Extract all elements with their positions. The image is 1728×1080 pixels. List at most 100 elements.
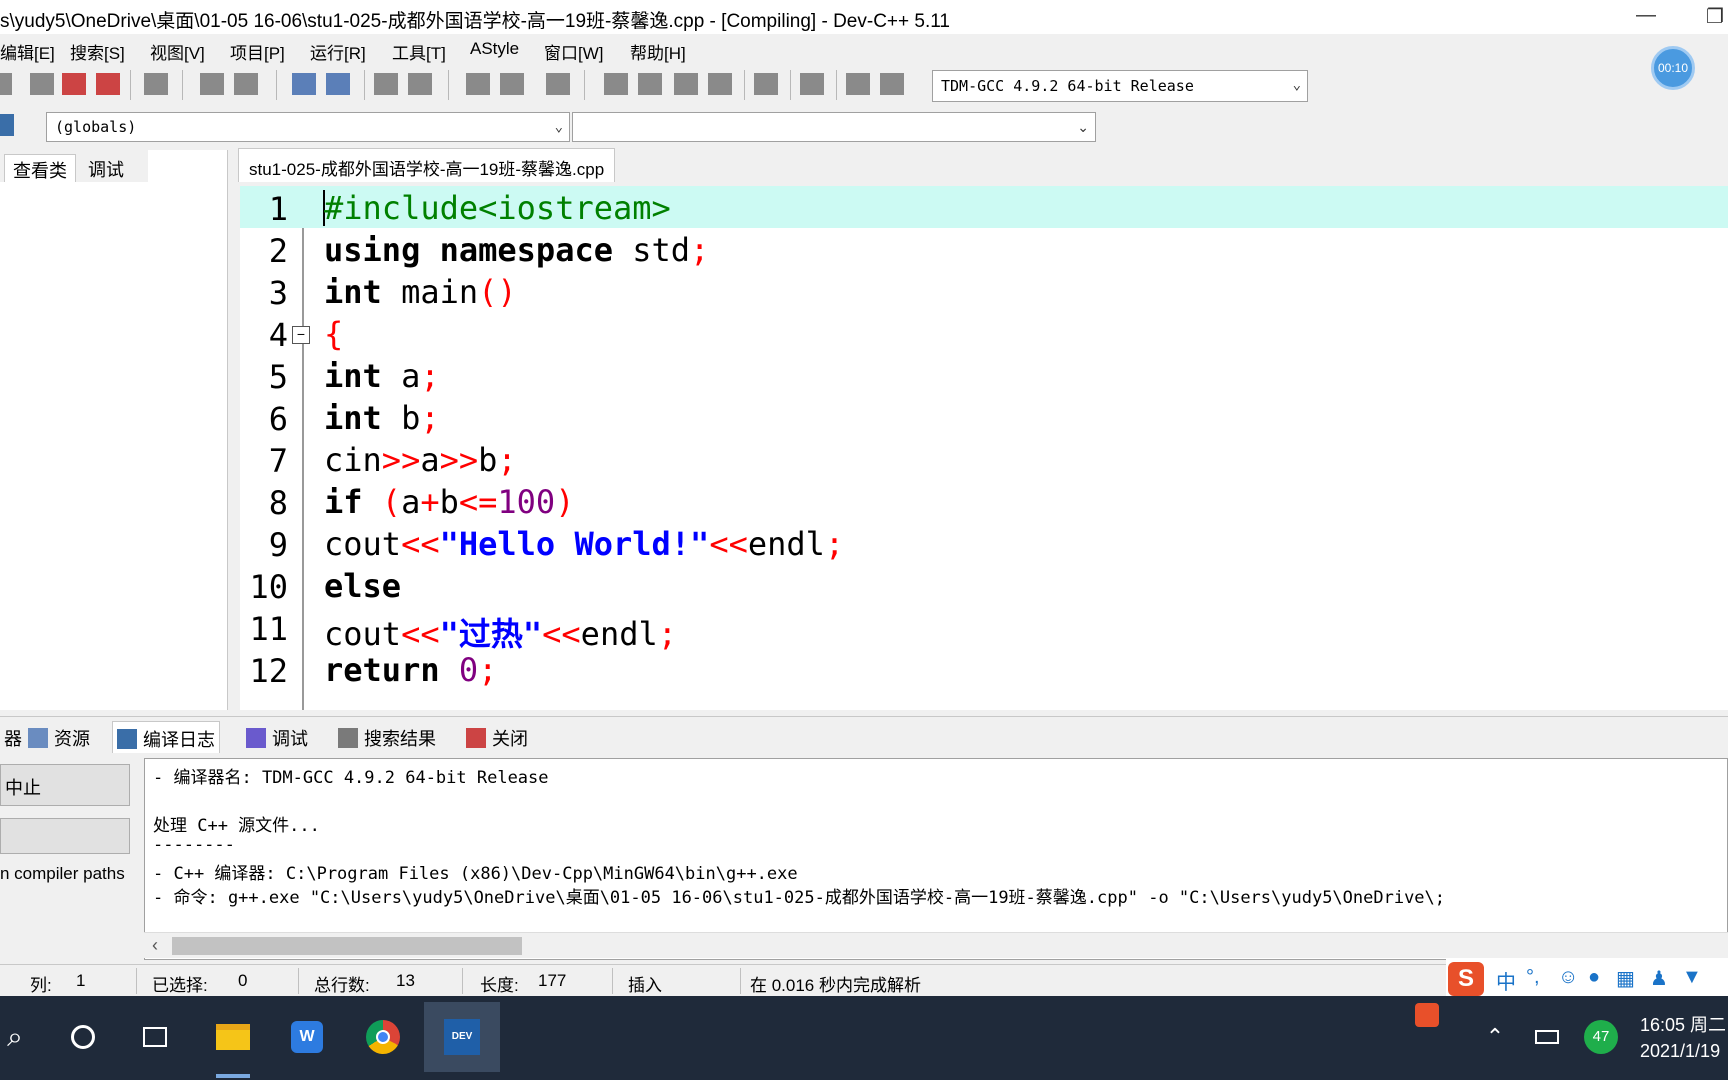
tab-compile-log-label: 编译日志 [143,730,215,750]
log-horizontal-scrollbar[interactable]: ‹ [144,932,1728,958]
menu-tools[interactable]: 工具[T] [392,39,446,64]
chevron-up-icon[interactable]: ⌃ [1468,1010,1522,1064]
close-all-icon[interactable] [96,73,120,95]
battery-icon[interactable] [1520,1010,1574,1064]
compile-icon[interactable] [604,73,628,95]
clock-time: 16:05 周二 [1640,1015,1727,1035]
code-line[interactable]: 3 int main() [240,270,1728,312]
code-line[interactable]: 2 using namespace std; [240,228,1728,270]
skin-icon[interactable]: ▼ [1682,966,1702,989]
unindent-icon[interactable] [408,73,432,95]
status-lines-value: 13 [396,971,415,990]
system-clock[interactable]: 16:05 周二 2021/1/19 [1640,1012,1726,1064]
task-view-icon[interactable] [128,1010,182,1064]
rebuild-icon[interactable] [708,73,732,95]
code-line[interactable]: 10 else [240,564,1728,606]
menu-help[interactable]: 帮助[H] [630,39,686,64]
line-text: #include<iostream> [324,189,671,227]
security-badge[interactable]: 47 [1574,1010,1628,1064]
compile-log[interactable]: - 编译器名: TDM-GCC 4.9.2 64-bit Release 处理 … [144,758,1728,960]
code-line[interactable]: 9 cout<<"Hello World!"<<endl; [240,522,1728,564]
sogou-tray-icon[interactable] [1412,1000,1442,1030]
tab-class-browser[interactable]: 查看类 [4,154,76,182]
close-file-icon[interactable] [62,73,86,95]
chart-icon [117,729,137,749]
code-line[interactable]: 1 #include<iostream> [240,186,1728,228]
run-icon[interactable] [638,73,662,95]
microphone-icon[interactable]: ● [1588,966,1600,989]
code-editor[interactable]: 1 #include<iostream> 2 using namespace s… [240,186,1728,710]
left-panel-tabs: 查看类 调试 [0,150,148,182]
chrome-icon[interactable] [356,1010,410,1064]
search-icon[interactable]: ⌕ [0,1010,30,1064]
bookmark-toggle-icon[interactable] [546,73,570,95]
abort-compile-button[interactable]: 中止 [0,764,130,806]
keyboard-icon[interactable]: ▦ [1616,966,1635,991]
wps-icon[interactable]: W [280,1010,334,1064]
emoji-icon[interactable]: ☺ [1558,966,1578,989]
code-line[interactable]: 6 int b; [240,396,1728,438]
indent-icon[interactable] [374,73,398,95]
menu-view[interactable]: 视图[V] [150,39,205,64]
undo-icon[interactable] [200,73,224,95]
sogou-logo-icon[interactable]: S [1448,962,1484,996]
line-number: 9 [268,526,288,564]
file-explorer-icon[interactable] [206,1010,260,1078]
save-all-icon[interactable] [30,73,54,95]
profile-icon[interactable] [880,73,904,95]
class-browser-icon[interactable] [0,114,14,136]
user-icon[interactable]: ♟ [1650,966,1668,991]
tab-compiler[interactable]: 器 [0,721,26,753]
menu-astyle[interactable]: AStyle [470,39,519,59]
replace-icon[interactable] [326,73,350,95]
code-line[interactable]: 4 − { [240,312,1728,354]
editor-file-tab[interactable]: stu1-025-成都外国语学校-高一19班-蔡馨逸.cpp [238,148,616,182]
compiler-select[interactable]: TDM-GCC 4.9.2 64-bit Release ⌄ [932,70,1308,102]
windows-taskbar: ⌕ W DEV ⌃ 47 16:05 周二 2021/1/19 [0,996,1728,1080]
scroll-left-icon[interactable]: ‹ [152,935,158,956]
code-line[interactable]: 11 cout<<"过热"<<endl; [240,606,1728,653]
cortana-icon[interactable] [56,1010,110,1064]
code-line[interactable]: 5 int a; [240,354,1728,396]
bookmark-prev-icon[interactable] [466,73,490,95]
menu-edit[interactable]: 编辑[E] [0,39,55,64]
ime-punctuation-toggle[interactable]: °, [1526,966,1540,989]
code-line[interactable]: 7 cin>>a>>b; [240,438,1728,480]
tab-debug[interactable]: 调试 [80,154,132,182]
bookmark-next-icon[interactable] [500,73,524,95]
recording-timer[interactable]: 00:10 [1651,46,1695,90]
scope-select-value: (globals) [55,118,137,136]
tab-close[interactable]: 关闭 [462,721,532,753]
line-number: 5 [268,358,288,396]
tab-search-results[interactable]: 搜索结果 [334,721,440,753]
find-icon[interactable] [292,73,316,95]
tab-compile-log[interactable]: 编译日志 [112,721,220,753]
compile-run-icon[interactable] [674,73,698,95]
redo-icon[interactable] [234,73,258,95]
fold-toggle-icon[interactable]: − [292,326,310,344]
compiler-select-value: TDM-GCC 4.9.2 64-bit Release [941,77,1194,95]
function-select[interactable]: ⌄ [572,112,1096,142]
tab-resources[interactable]: 资源 [24,721,94,753]
syntax-check-icon[interactable] [754,73,778,95]
line-number: 2 [268,232,288,270]
line-text: int b; [324,399,440,437]
stop-execution-icon[interactable] [800,73,824,95]
print-icon[interactable] [144,73,168,95]
scope-select[interactable]: (globals) ⌄ [46,112,570,142]
minimize-button[interactable]: — [1636,4,1656,27]
menu-search[interactable]: 搜索[S] [70,39,125,64]
restore-button[interactable]: ❐ [1706,4,1724,29]
debug-icon[interactable] [846,73,870,95]
line-number: 3 [268,274,288,312]
code-line[interactable]: 8 if (a+b<=100) [240,480,1728,522]
menu-run[interactable]: 运行[R] [310,39,366,64]
menu-project[interactable]: 项目[P] [230,39,285,64]
tab-debug-output[interactable]: 调试 [242,721,312,753]
devcpp-taskbar-icon[interactable]: DEV [424,1002,500,1072]
ime-language-toggle[interactable]: 中 [1496,966,1516,995]
menu-window[interactable]: 窗口[W] [544,39,604,64]
save-icon[interactable] [0,73,12,95]
scrollbar-thumb[interactable] [172,937,522,955]
code-line[interactable]: 12 return 0; [240,648,1728,690]
